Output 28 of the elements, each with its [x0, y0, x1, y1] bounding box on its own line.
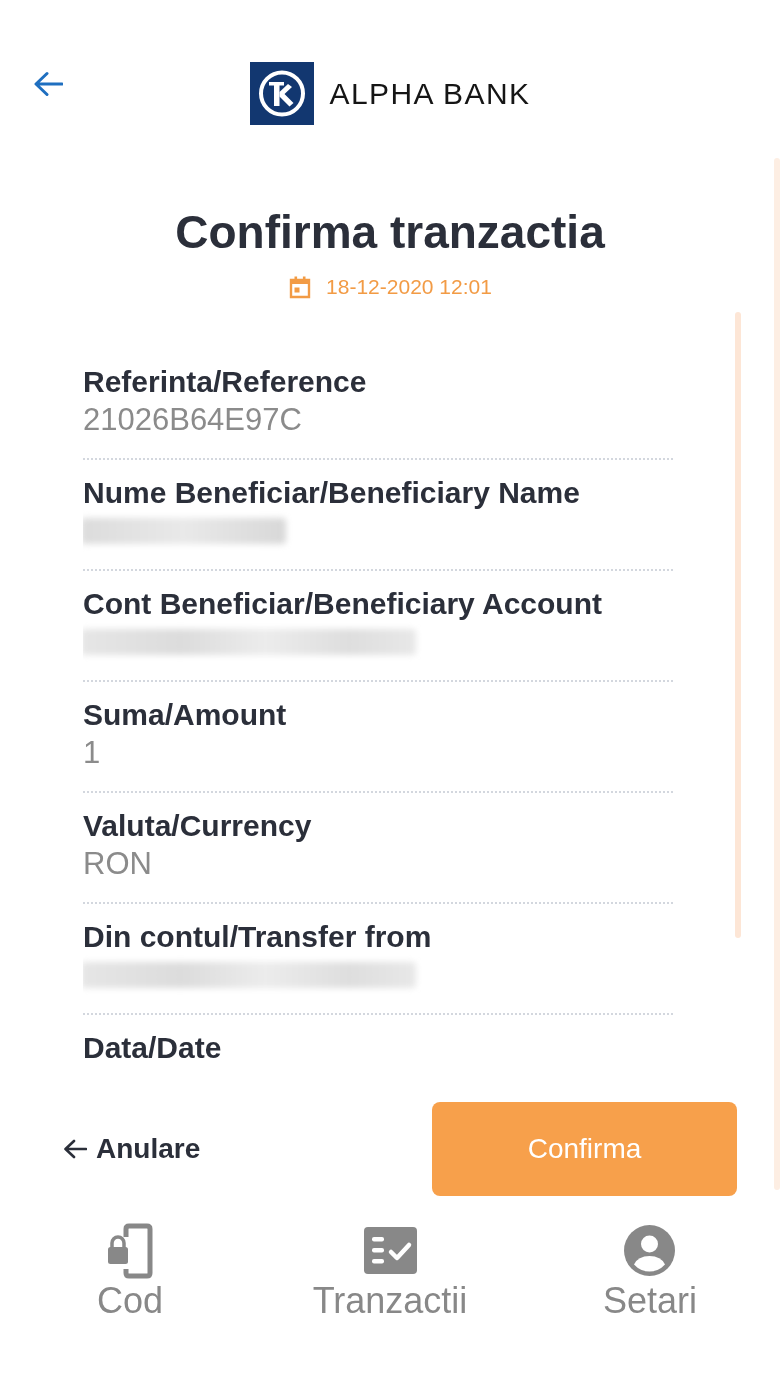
detail-value: 1	[83, 734, 101, 772]
scrollbar[interactable]	[774, 158, 780, 1190]
scrollbar[interactable]	[735, 312, 741, 938]
brand-name: ALPHA BANK	[329, 75, 531, 112]
detail-label: Suma/Amount	[83, 697, 287, 733]
detail-label: Referinta/Reference	[83, 364, 367, 400]
nav-tab[interactable]: Cod	[96, 1222, 163, 1323]
detail-label: Valuta/Currency	[83, 808, 312, 844]
back-arrow-icon	[63, 1139, 87, 1159]
back-button[interactable]	[33, 71, 63, 97]
detail-label: Din contul/Transfer from	[83, 919, 432, 955]
detail-label: Cont Beneficiar/Beneficiary Account	[83, 586, 602, 622]
phone-lock-icon	[107, 1222, 153, 1279]
detail-label: Data/Date	[83, 1030, 222, 1066]
page-title: Confirma tranzactia	[175, 205, 605, 259]
confirm-button[interactable]: Confirma	[432, 1102, 737, 1196]
nav-tab[interactable]: Tranzactii	[312, 1222, 468, 1323]
nav-tab[interactable]: Setari	[602, 1222, 697, 1323]
cancel-button[interactable]: Anulare	[63, 1132, 201, 1166]
account-icon	[624, 1225, 676, 1276]
transaction-date: 18-12-2020 12:01	[326, 274, 492, 300]
checklist-icon	[363, 1227, 417, 1274]
back-arrow-icon	[33, 71, 63, 97]
detail-value: RON	[83, 845, 152, 883]
logo-icon	[249, 62, 314, 125]
detail-value: 21026B64E97C	[83, 401, 302, 439]
detail-label: Nume Beneficiar/Beneficiary Name	[83, 475, 580, 511]
calendar-icon	[288, 275, 313, 299]
